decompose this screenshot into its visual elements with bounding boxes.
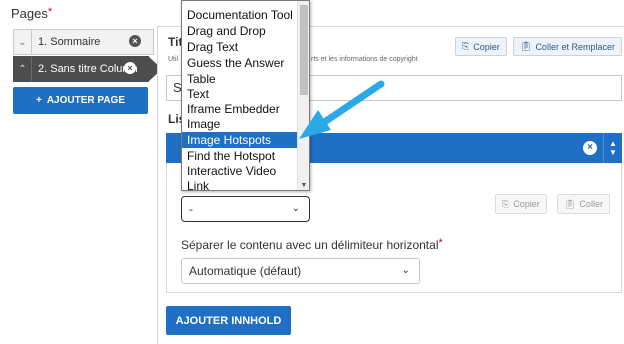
item-copy-button[interactable]: ⎘ Copier xyxy=(495,194,547,214)
clipboard-icon: 📋︎ xyxy=(520,41,532,51)
content-type-select[interactable]: - ⌄ xyxy=(181,196,310,222)
page-item-label: 2. Sans titre Column xyxy=(38,63,138,75)
page-item-sommaire[interactable]: ⌄ 1. Sommaire × xyxy=(13,29,154,55)
item-paste-label: Coller xyxy=(579,199,603,209)
add-page-label: AJOUTER PAGE xyxy=(46,95,125,106)
scroll-down-arrow-icon[interactable]: ▼ xyxy=(298,182,309,189)
chevron-down-icon: ⌄ xyxy=(401,265,410,276)
copy-label: Copier xyxy=(473,41,500,52)
page-item-sans-titre-column[interactable]: ⌃ 2. Sans titre Column × xyxy=(13,56,162,82)
editor-root: Pages* ⌄ 1. Sommaire × ⌃ 2. Sans titre C… xyxy=(0,0,624,344)
remove-item-icon[interactable]: × xyxy=(583,141,597,155)
remove-page-icon[interactable]: × xyxy=(129,35,141,47)
separator-value: Automatique (défaut) xyxy=(189,264,302,278)
dropdown-scrollbar[interactable]: ▼ xyxy=(297,1,309,190)
chevron-down-icon: ⌄ xyxy=(291,203,300,214)
required-mark: * xyxy=(438,237,443,249)
clipboard-icon: 📋︎ xyxy=(564,198,576,209)
pages-heading: Pages* xyxy=(11,6,52,21)
dropdown-option[interactable]: Find the Hotspot xyxy=(182,148,298,164)
dropdown-option[interactable]: Documentation Tool xyxy=(182,7,298,23)
scrollbar-thumb[interactable] xyxy=(300,5,308,95)
dropdown-option[interactable]: Text xyxy=(182,86,298,102)
copy-icon: ⎘ xyxy=(462,41,470,51)
separator-select[interactable]: Automatique (défaut) ⌄ xyxy=(181,258,420,284)
add-page-button[interactable]: + AJOUTER PAGE xyxy=(13,87,148,114)
item-copy-label: Copier xyxy=(513,199,540,209)
content-type-value: - xyxy=(189,202,193,216)
paste-replace-label: Coller et Remplacer xyxy=(535,41,615,52)
dropdown-option[interactable]: Table xyxy=(182,71,298,87)
dropdown-option[interactable]: Guess the Answer xyxy=(182,55,298,71)
chevron-up-icon[interactable]: ⌃ xyxy=(14,57,32,81)
item-paste-button[interactable]: 📋︎ Coller xyxy=(557,194,610,214)
page-item-label: 1. Sommaire xyxy=(38,36,101,48)
separator-field-label: Séparer le contenu avec un délimiteur ho… xyxy=(181,237,443,252)
title-help-text-start: Util xyxy=(168,56,179,63)
dropdown-option[interactable]: Image xyxy=(182,116,298,132)
dropdown-option[interactable]: Interactive Video xyxy=(182,163,298,179)
dropdown-option[interactable]: Iframe Embedder xyxy=(182,101,298,117)
dropdown-option[interactable]: Drag Text xyxy=(182,39,298,55)
paste-replace-button[interactable]: 📋︎ Coller et Remplacer xyxy=(513,37,622,56)
content-type-dropdown-list[interactable]: Documentation Tool Drag and Drop Drag Te… xyxy=(181,0,310,191)
add-content-button[interactable]: AJOUTER INNHOLD xyxy=(166,306,291,335)
plus-icon: + xyxy=(35,95,42,106)
required-mark: * xyxy=(47,6,53,18)
dropdown-option[interactable]: Link xyxy=(182,178,298,190)
copy-icon: ⎘ xyxy=(502,198,510,209)
reorder-arrows-icon[interactable]: ▲ ▼ xyxy=(603,133,622,163)
chevron-down-icon[interactable]: ⌄ xyxy=(14,30,32,54)
title-help-text-tail: rts et les informations de copyright xyxy=(311,56,418,63)
remove-page-icon[interactable]: × xyxy=(124,62,136,74)
pages-heading-text: Pages xyxy=(11,6,48,21)
dropdown-option-selected[interactable]: Image Hotspots xyxy=(182,132,298,148)
dropdown-option[interactable]: Drag and Drop xyxy=(182,23,298,39)
separator-label-text: Séparer le contenu avec un délimiteur ho… xyxy=(181,238,439,252)
title-help-text: Util rts et les informations de copyrigh… xyxy=(168,56,418,63)
copy-button[interactable]: ⎘ Copier xyxy=(455,37,507,56)
